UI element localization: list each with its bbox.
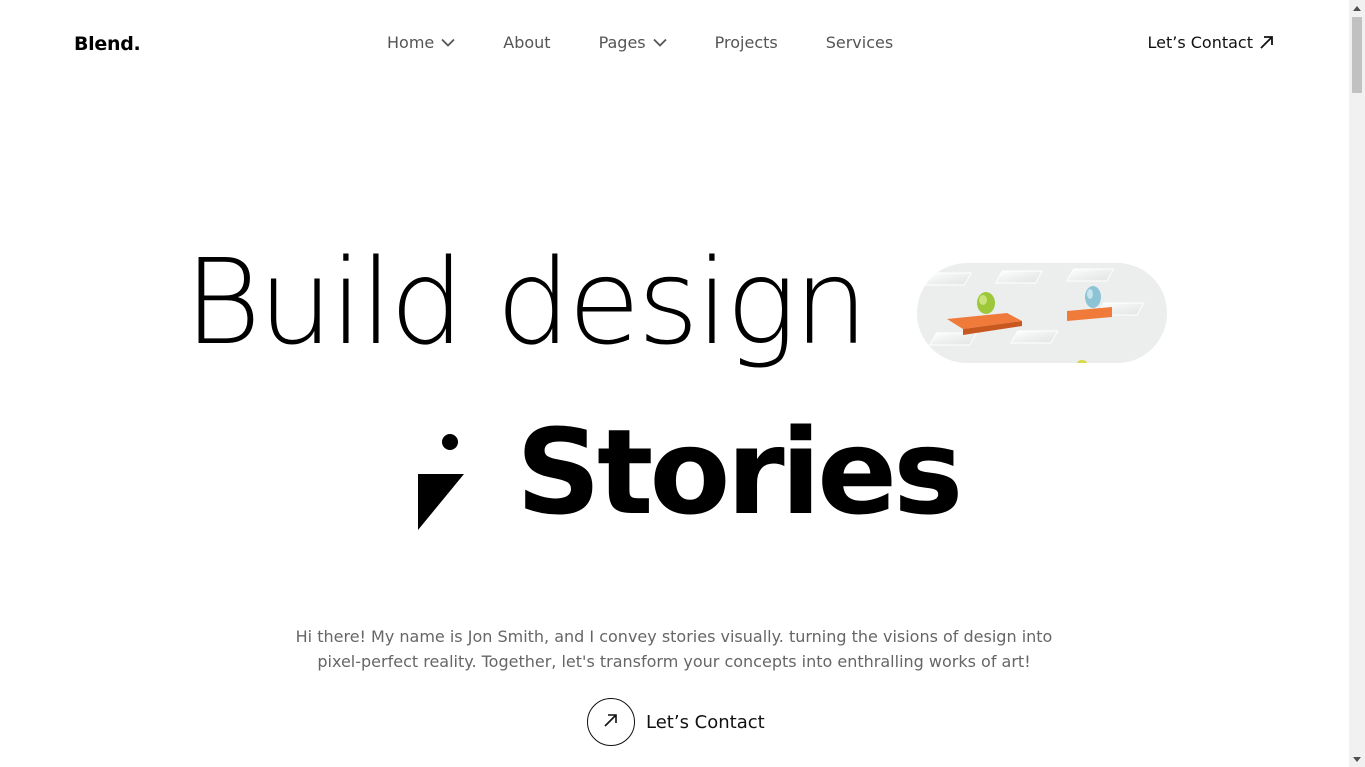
hero-intro-text: Hi there! My name is Jon Smith, and I co…: [295, 627, 1053, 671]
nav-item-label: Home: [387, 33, 435, 52]
header-contact-label: Let’s Contact: [1147, 33, 1253, 52]
page: Blend. Home About Pages Projects Service…: [0, 0, 1349, 767]
nav-item-services[interactable]: Services: [826, 33, 893, 52]
hero-image: [917, 263, 1167, 363]
nav-item-projects[interactable]: Projects: [715, 33, 778, 52]
hero-contact-button[interactable]: Let’s Contact: [587, 698, 765, 746]
chevron-down-icon: [441, 38, 455, 47]
nav-item-label: Pages: [598, 33, 646, 52]
hero-heading-line2: Stories: [516, 403, 963, 541]
hero-heading-line1: Build design: [184, 233, 868, 371]
nav-item-home[interactable]: Home: [387, 33, 455, 52]
scroll-down-icon[interactable]: [1349, 751, 1365, 767]
main-nav: Home About Pages Projects Services: [387, 33, 893, 52]
nav-item-label: Services: [825, 33, 894, 52]
nav-item-label: About: [503, 33, 551, 52]
page-scrollbar[interactable]: [1349, 0, 1365, 767]
nav-item-pages[interactable]: Pages: [599, 33, 667, 52]
arrow-up-right-icon: [603, 712, 619, 732]
nav-item-label: Projects: [714, 33, 778, 52]
site-logo[interactable]: Blend.: [74, 33, 141, 55]
cta-circle: [587, 698, 635, 746]
header-contact-link[interactable]: Let’s Contact: [1147, 33, 1274, 52]
scroll-up-icon[interactable]: [1349, 0, 1365, 16]
nav-item-about[interactable]: About: [503, 33, 550, 52]
arrow-up-right-icon: [1259, 35, 1274, 50]
brand-mark-icon: [418, 434, 466, 532]
hero-contact-label: Let’s Contact: [646, 711, 765, 733]
scrollbar-thumb[interactable]: [1352, 17, 1362, 93]
chevron-down-icon: [653, 38, 667, 47]
